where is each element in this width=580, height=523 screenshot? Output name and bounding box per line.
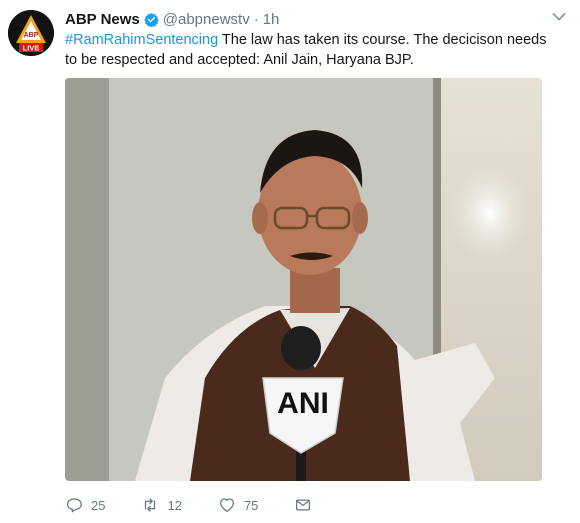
- tweet-media-image[interactable]: ANI: [65, 78, 542, 481]
- tweet-card: ABP LIVE ABP News @abpnewstv · 1h #RamRa…: [0, 0, 580, 523]
- tweet-timestamp[interactable]: 1h: [263, 11, 280, 28]
- reply-icon: [66, 498, 82, 513]
- tweet-header: ABP News @abpnewstv · 1h: [65, 9, 279, 29]
- retweet-count: 12: [167, 497, 182, 513]
- envelope-icon: [296, 499, 311, 511]
- tweet-actions: 25 12 75: [65, 494, 356, 516]
- reply-action[interactable]: 25: [65, 496, 105, 514]
- avatar[interactable]: ABP LIVE: [8, 10, 54, 56]
- retweet-action[interactable]: 12: [141, 496, 182, 514]
- mic-logo-text: ANI: [277, 387, 329, 420]
- like-count: 75: [243, 497, 259, 513]
- tweet-text: #RamRahimSentencing The law has taken it…: [65, 30, 555, 70]
- chevron-down-icon[interactable]: [552, 12, 566, 22]
- author-handle[interactable]: @abpnewstv: [163, 11, 250, 28]
- like-action[interactable]: 75: [218, 496, 258, 514]
- avatar-logo-text-top: ABP: [24, 32, 39, 39]
- hashtag-link[interactable]: #RamRahimSentencing: [65, 32, 218, 48]
- direct-message-action[interactable]: [294, 496, 320, 514]
- reply-count: 25: [91, 497, 106, 513]
- avatar-logo-text-bottom: LIVE: [23, 44, 40, 53]
- header-separator: ·: [253, 10, 259, 28]
- heart-icon: [219, 498, 234, 513]
- news-photo: ANI: [65, 78, 542, 481]
- retweet-icon: [145, 498, 156, 512]
- abp-logo-icon: ABP LIVE: [8, 10, 54, 56]
- verified-badge-icon: [144, 12, 159, 27]
- author-name[interactable]: ABP News: [65, 11, 140, 28]
